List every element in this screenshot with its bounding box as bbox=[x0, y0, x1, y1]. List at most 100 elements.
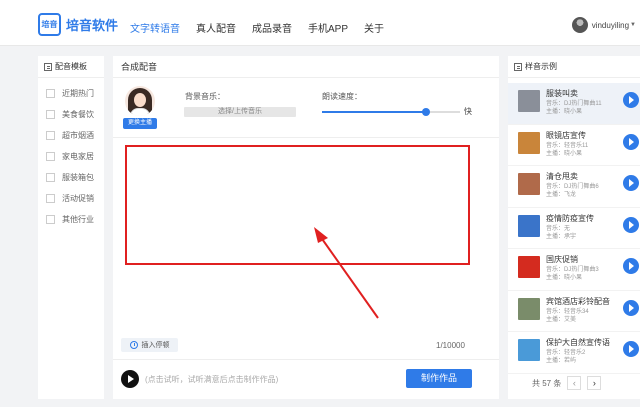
sample-music: 音乐：轻音乐11 bbox=[546, 142, 589, 149]
preview-play-button[interactable] bbox=[121, 370, 139, 388]
nav-item-3[interactable]: 手机APP bbox=[308, 20, 348, 35]
samples-panel: 样音示例 服装叫卖 音乐：DJ热门舞曲11 主播：晓小果 眼镜店宣传 音乐：轻音乐11 主… bbox=[508, 56, 640, 399]
prev-page-button[interactable]: ‹ bbox=[567, 376, 582, 390]
sample-thumbnail bbox=[518, 173, 540, 195]
sample-play-button[interactable] bbox=[623, 216, 639, 233]
nav-item-1[interactable]: 真人配音 bbox=[196, 20, 236, 35]
sample-music: 音乐：无 bbox=[546, 225, 571, 232]
sample-title: 服装叫卖 bbox=[546, 89, 578, 98]
sample-play-button[interactable] bbox=[623, 175, 639, 191]
sample-anchor: 主播：飞龙 bbox=[546, 192, 577, 198]
sample-anchor: 主播：艾美 bbox=[546, 316, 577, 323]
make-work-button[interactable]: 制作作品 bbox=[406, 369, 472, 388]
category-checkbox[interactable] bbox=[46, 215, 55, 224]
swap-voice-button[interactable]: 更换主播 bbox=[123, 118, 157, 129]
speed-slider-handle[interactable] bbox=[421, 108, 430, 116]
sample-title: 宾馆酒店彩铃配音 bbox=[546, 296, 610, 306]
category-label: 近期热门 bbox=[62, 89, 94, 98]
sample-music: 音乐：轻音乐2 bbox=[546, 350, 586, 356]
sample-thumbnail bbox=[518, 297, 540, 320]
avatar-face bbox=[134, 93, 146, 107]
category-checkbox[interactable] bbox=[46, 110, 55, 119]
category-checkbox[interactable] bbox=[46, 131, 55, 140]
category-label: 超市烟酒 bbox=[62, 131, 94, 140]
nav-item-0[interactable]: 文字转语音 bbox=[130, 20, 180, 35]
sample-play-button[interactable] bbox=[623, 92, 639, 108]
sample-play-button[interactable] bbox=[623, 258, 639, 274]
sample-thumbnail bbox=[518, 90, 540, 112]
category-item[interactable]: 超市烟酒 bbox=[38, 125, 104, 146]
list-icon bbox=[44, 62, 52, 71]
sample-meta: 音乐：DJ热门舞曲6 主播：飞龙 bbox=[546, 183, 599, 199]
sample-item[interactable]: 宾馆酒店彩铃配音 音乐：轻音乐34 主播：艾美 bbox=[508, 291, 640, 332]
nav-item-2[interactable]: 成品录音 bbox=[252, 20, 292, 35]
avatar bbox=[571, 17, 588, 33]
speed-slider[interactable] bbox=[322, 108, 460, 116]
logo-mark: 培音 bbox=[38, 13, 61, 36]
category-checkbox[interactable] bbox=[46, 89, 55, 98]
speed-fast-label: 快 bbox=[464, 107, 472, 116]
sample-meta: 音乐：无 主播：承宇 bbox=[546, 225, 576, 241]
category-item[interactable]: 美食餐饮 bbox=[38, 104, 104, 125]
synthesis-title: 合成配音 bbox=[113, 56, 499, 78]
sample-list: 服装叫卖音乐：DJ热门舞曲11 主播：晓小果 眼镜店宣传音乐：轻音乐11 主播：晓小果… bbox=[508, 83, 640, 374]
sample-thumbnail bbox=[518, 339, 540, 361]
divider bbox=[113, 137, 499, 138]
app-logo[interactable]: 培音 培音软件 bbox=[38, 13, 118, 36]
samples-panel-title: 样音示例 bbox=[525, 62, 557, 71]
category-label: 服装箱包 bbox=[62, 173, 94, 182]
sample-item[interactable]: 服装叫卖 音乐：DJ热门舞曲11 主播：晓小果 bbox=[508, 83, 640, 125]
sample-music: 音乐：轻音乐34 bbox=[546, 308, 589, 315]
category-checkbox[interactable] bbox=[46, 173, 55, 182]
sample-title: 保护大自然宣传语 bbox=[546, 338, 610, 347]
sample-title: 国庆促销 bbox=[546, 255, 578, 264]
category-item[interactable]: 服装箱包 bbox=[38, 167, 104, 188]
sample-title: 眼镜店宣传 bbox=[546, 130, 586, 140]
synthesis-panel: 合成配音 更换主播 背景音乐： 选择/上传音乐 朗读速度： 快 插入停顿 1/1… bbox=[113, 56, 499, 399]
sample-anchor: 主播：晓小果 bbox=[546, 150, 583, 157]
category-label: 家电家居 bbox=[62, 152, 94, 161]
category-checkbox[interactable] bbox=[46, 152, 55, 161]
list-icon bbox=[514, 62, 522, 71]
category-label: 其他行业 bbox=[62, 215, 94, 224]
sample-play-button[interactable] bbox=[623, 341, 639, 357]
sample-music: 音乐：DJ热门舞曲6 bbox=[546, 184, 599, 190]
pagination: 共 57 条 ‹ › bbox=[532, 376, 602, 390]
category-list: 近期热门美食餐饮超市烟酒家电家居服装箱包活动促销其他行业 bbox=[38, 78, 104, 230]
insert-pause-button[interactable]: 插入停顿 bbox=[121, 338, 178, 352]
template-panel: 配音模板 近期热门 美食餐饮 超市烟酒 家电家居 服装箱包 活动促销 其他行业 bbox=[38, 56, 104, 399]
script-text-input[interactable] bbox=[125, 145, 470, 265]
sample-item[interactable]: 国庆促销音乐：DJ热门舞曲3 主播：晓小果 bbox=[508, 249, 640, 291]
sample-item[interactable]: 眼镜店宣传音乐：轻音乐11 主播：晓小果 bbox=[508, 125, 640, 166]
category-item[interactable]: 活动促销 bbox=[38, 188, 104, 209]
sample-meta: 音乐：DJ热门舞曲3 主播：晓小果 bbox=[546, 266, 599, 282]
next-page-button[interactable]: › bbox=[587, 376, 602, 390]
user-menu[interactable]: vinduyiling ▼ bbox=[571, 17, 636, 33]
category-checkbox[interactable] bbox=[46, 194, 55, 203]
bgm-label: 背景音乐： bbox=[185, 92, 225, 101]
speed-label: 朗读速度： bbox=[322, 92, 362, 101]
sample-item[interactable]: 清仓甩卖 音乐：DJ热门舞曲6 主播：飞龙 bbox=[508, 166, 640, 208]
category-item[interactable]: 近期热门 bbox=[38, 83, 104, 104]
sample-item[interactable]: 疫情防疫宣传音乐：无 主播：承宇 bbox=[508, 208, 640, 249]
sample-meta: 音乐：轻音乐11 主播：晓小果 bbox=[546, 142, 588, 158]
sample-music: 音乐：DJ热门舞曲3 bbox=[546, 267, 599, 273]
sample-item[interactable]: 保护大自然宣传语 音乐：轻音乐2 主播：若屿 bbox=[508, 332, 640, 374]
sample-music: 音乐：DJ热门舞曲11 bbox=[546, 101, 602, 107]
sample-play-button[interactable] bbox=[623, 133, 639, 150]
category-item[interactable]: 其他行业 bbox=[38, 209, 104, 230]
sample-play-button[interactable] bbox=[623, 299, 639, 316]
category-label: 活动促销 bbox=[62, 194, 94, 203]
sample-anchor: 主播：若屿 bbox=[546, 358, 577, 364]
category-item[interactable]: 家电家居 bbox=[38, 146, 104, 167]
avatar-body bbox=[130, 108, 150, 116]
nav-item-4[interactable]: 关于 bbox=[364, 20, 384, 35]
total-count: 共 57 条 bbox=[532, 378, 562, 388]
sample-thumbnail bbox=[518, 214, 540, 237]
bgm-select-button[interactable]: 选择/上传音乐 bbox=[184, 107, 296, 117]
chevron-down-icon: ▼ bbox=[630, 22, 636, 28]
voice-anchor-avatar[interactable] bbox=[125, 86, 155, 116]
sample-title: 疫情防疫宣传 bbox=[546, 213, 594, 223]
top-header: 培音 培音软件 文字转语音 真人配音 成品录音 手机APP 关于 vinduyiling… bbox=[0, 0, 640, 46]
main-nav: 文字转语音 真人配音 成品录音 手机APP 关于 bbox=[130, 20, 400, 35]
